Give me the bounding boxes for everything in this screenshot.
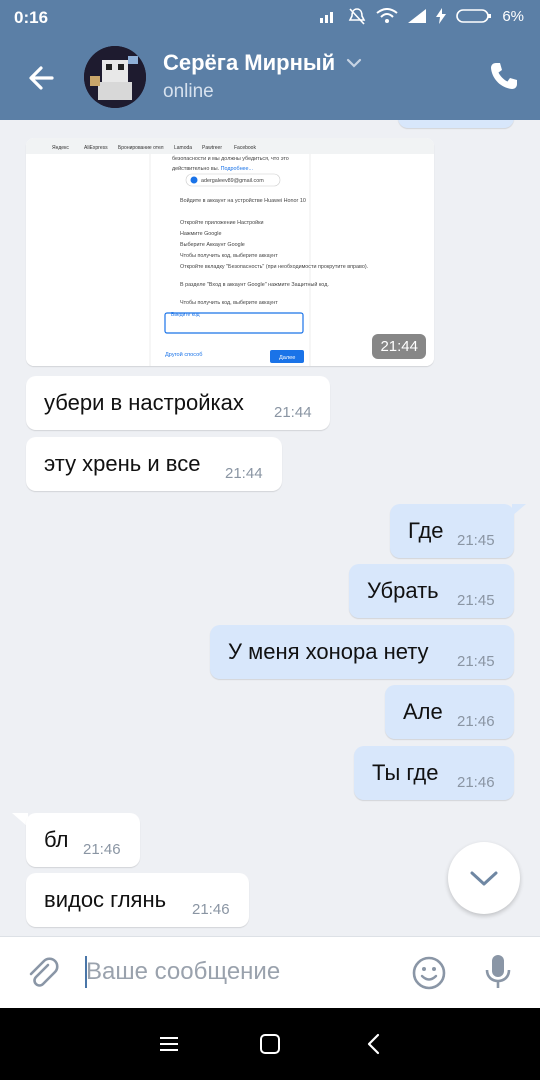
message-text: видос глянь [44, 887, 167, 912]
chevron-down-icon[interactable] [345, 56, 363, 70]
doc-line: безопасности и мы должны убедиться, что … [172, 156, 289, 162]
wifi-icon [376, 8, 398, 23]
signal-bars-icon [320, 12, 334, 23]
message-time: 21:44 [274, 404, 312, 421]
message-time: 21:46 [83, 841, 121, 858]
message-text: Где [408, 518, 444, 543]
doc-line: Войдите в аккаунт на устройстве Huawei H… [180, 197, 306, 204]
message-text: Ты где [372, 760, 439, 785]
bubble-tail [512, 504, 526, 516]
screenshot-image: Яндекс AliExpress Бронирование отел Lamo… [26, 138, 434, 366]
doc-line: Чтобы получить код, выберите аккаунт [180, 300, 278, 306]
status-bar: 0:16 6% [0, 0, 540, 36]
status-icons: 6% [320, 7, 524, 25]
battery-percent: 6% [502, 7, 524, 25]
message-bubble[interactable]: Убрать 21:45 [349, 564, 514, 618]
scroll-down-button[interactable] [448, 842, 520, 914]
message-bubble[interactable]: убери в настройках 21:44 [26, 376, 330, 430]
back-icon[interactable] [362, 1032, 386, 1056]
message-bubble[interactable]: Ты где 21:46 [354, 746, 514, 800]
message-time: 21:45 [457, 592, 495, 609]
doc-line: действительно вы. [172, 165, 219, 172]
message-bubble[interactable]: видос глянь 21:46 [26, 873, 249, 927]
message-time: 21:44 [372, 334, 426, 359]
avatar-image [84, 46, 146, 108]
message-text: Убрать [367, 578, 439, 603]
doc-line: Откройте вкладку "Безопасность" (при нео… [180, 263, 368, 270]
doc-line: В разделе "Вход в аккаунт Google" нажмит… [180, 281, 329, 288]
bookmark: AliExpress [84, 145, 108, 151]
message-text: эту хрень и все [44, 451, 201, 476]
paperclip-icon[interactable] [24, 955, 60, 991]
mute-bell-icon [349, 8, 366, 25]
doc-line: Откройте приложение Настройки [180, 219, 264, 226]
other-way-link: Другой способ [165, 351, 202, 358]
emoji-icon[interactable] [411, 955, 447, 991]
message-time: 21:46 [457, 713, 495, 730]
message-list[interactable]: Яндекс AliExpress Бронирование отел Lamo… [0, 120, 540, 936]
bookmark: Pawtreer [202, 145, 222, 151]
bookmark: Бронирование отел [118, 145, 164, 151]
avatar[interactable] [84, 46, 146, 108]
back-arrow-icon[interactable] [22, 58, 62, 98]
charging-icon [436, 8, 447, 24]
message-time: 21:45 [457, 532, 495, 549]
battery-icon [456, 9, 492, 23]
message-bubble[interactable]: Але 21:46 [385, 685, 514, 739]
message-bubble[interactable]: эту хрень и все 21:44 [26, 437, 282, 491]
cell-signal-icon [408, 9, 427, 23]
message-text: убери в настройках [44, 390, 244, 415]
code-input-label: Введите код [171, 312, 200, 318]
next-button: Далее [279, 355, 295, 361]
contact-status: online [163, 81, 214, 102]
home-icon[interactable] [258, 1032, 282, 1056]
message-text: бл [44, 827, 69, 852]
doc-line: Чтобы получить код, выберите аккаунт [180, 253, 278, 259]
message-bubble[interactable]: У меня хонора нету 21:45 [210, 625, 514, 679]
image-message[interactable]: Яндекс AliExpress Бронирование отел Lamo… [26, 138, 434, 366]
bookmark: Яндекс [52, 145, 69, 151]
message-time: 21:44 [225, 465, 263, 482]
more-link: Подробнее... [221, 166, 253, 172]
message-bubble-partial [398, 120, 514, 128]
microphone-icon[interactable] [482, 953, 514, 991]
contact-name[interactable]: Серёга Мирный [163, 50, 335, 76]
doc-line: Выберите Аккаунт Google [180, 242, 245, 248]
composer: Ваше сообщение [0, 936, 540, 1009]
scroll-down-icon [470, 871, 498, 886]
message-time: 21:46 [457, 774, 495, 791]
phone-icon[interactable] [488, 60, 520, 92]
system-nav-bar [0, 1008, 540, 1080]
message-time: 21:45 [457, 653, 495, 670]
account-email: adergaleev89@gmail.com [201, 178, 264, 184]
chat-header: Серёга Мирный online [0, 36, 540, 120]
bookmark: Lamoda [174, 145, 192, 151]
message-text: Але [403, 699, 443, 724]
clock: 0:16 [14, 8, 49, 27]
bookmark: Facebook [234, 145, 256, 151]
doc-line: Нажмите Google [180, 231, 222, 237]
message-time: 21:46 [192, 901, 230, 918]
message-input[interactable]: Ваше сообщение [86, 958, 280, 986]
menu-icon[interactable] [157, 1032, 181, 1056]
svg-text:действительно вы. Подробнее...: действительно вы. Подробнее... [172, 165, 253, 172]
message-bubble[interactable]: бл 21:46 [26, 813, 140, 867]
message-bubble[interactable]: Где 21:45 [390, 504, 514, 558]
message-text: У меня хонора нету [228, 639, 429, 664]
